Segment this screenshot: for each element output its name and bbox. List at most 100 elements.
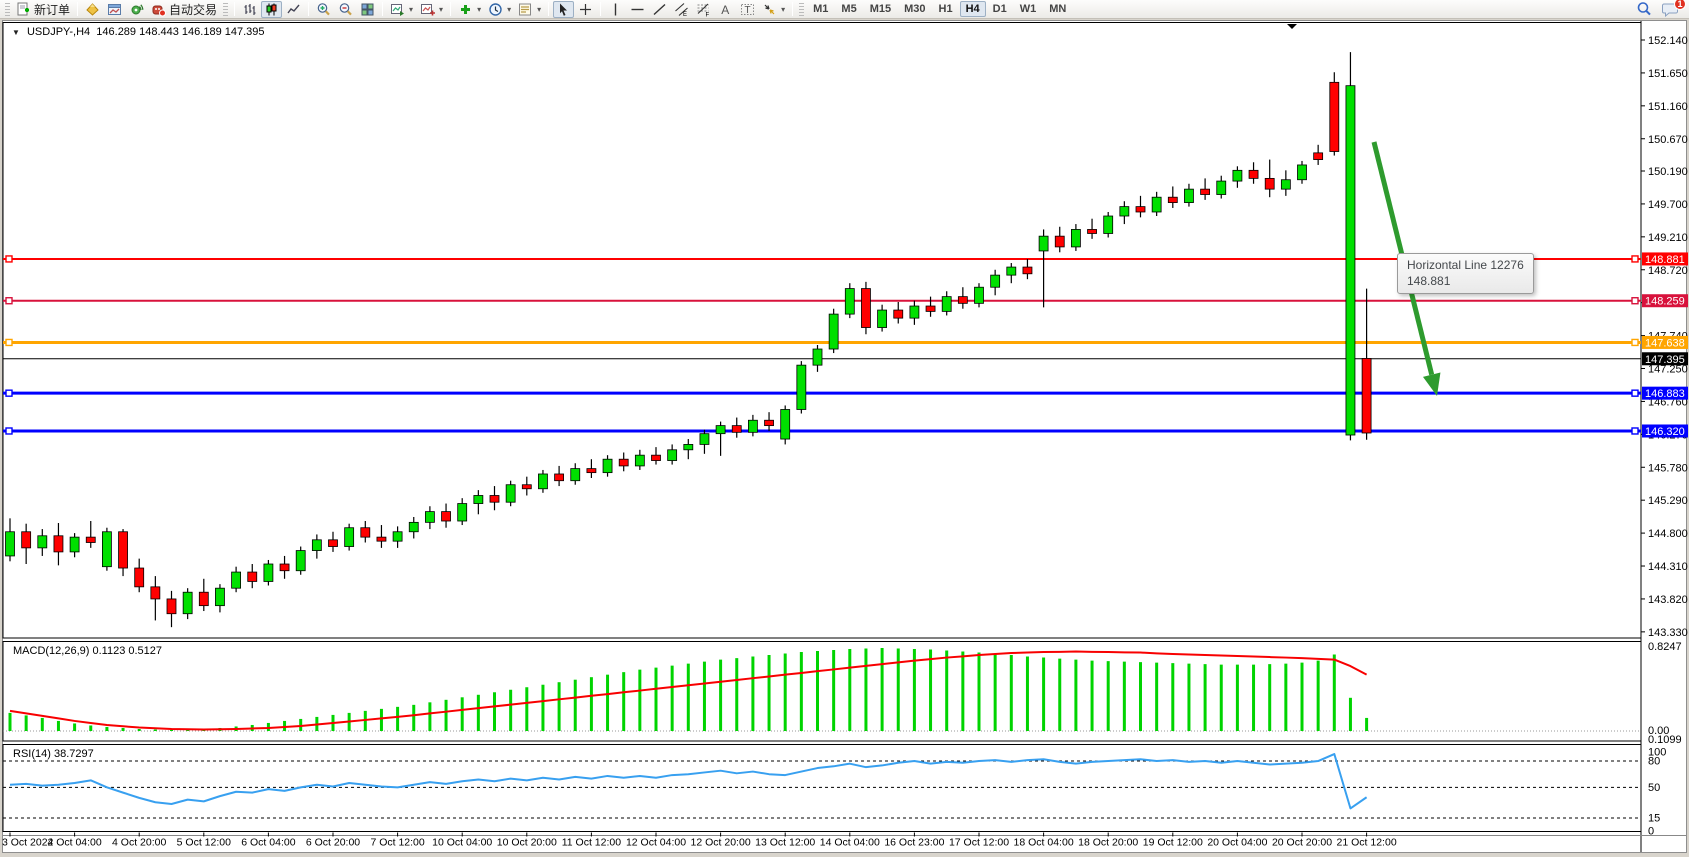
svg-text:16 Oct 23:00: 16 Oct 23:00 [884, 837, 944, 849]
chart-symbol: USDJPY-,H4 [27, 26, 90, 38]
notifications-button[interactable]: 1 [1659, 1, 1682, 18]
fibonacci-button[interactable]: F [693, 1, 714, 18]
scroll-marker-icon [1287, 24, 1297, 29]
svg-text:6 Oct 04:00: 6 Oct 04:00 [241, 837, 295, 849]
new-order-button[interactable]: 新订单 [13, 1, 73, 18]
line-handle [1632, 390, 1638, 396]
svg-text:151.650: 151.650 [1648, 68, 1688, 80]
line-handle [1632, 339, 1638, 345]
channel-icon: E [674, 2, 689, 17]
timeframe-m5-button[interactable]: M5 [835, 1, 862, 17]
new-chart-icon [390, 2, 405, 17]
arrows-icon [762, 2, 777, 17]
strategy-tester-button[interactable] [126, 1, 147, 18]
bar-chart-button[interactable] [239, 1, 260, 18]
trendline-button[interactable] [649, 1, 670, 18]
signal-icon [129, 2, 144, 17]
timeframe-m15-button[interactable]: M15 [864, 1, 897, 17]
chevron-down-icon: ▾ [409, 5, 413, 14]
toolbar-grip[interactable] [5, 3, 10, 16]
timeframe-d1-button[interactable]: D1 [987, 1, 1013, 17]
bar-chart-icon [242, 2, 257, 17]
svg-text:0.8247: 0.8247 [1648, 641, 1682, 653]
panel-borders [3, 21, 1686, 852]
timeframe-mn-button[interactable]: MN [1043, 1, 1072, 17]
svg-text:147.395: 147.395 [1645, 354, 1685, 366]
svg-text:149.700: 149.700 [1648, 199, 1688, 211]
periods-button[interactable]: ▾ [485, 1, 514, 18]
svg-text:80: 80 [1648, 756, 1660, 768]
line-handle [1632, 256, 1638, 262]
profiles-button[interactable]: ▾ [417, 1, 446, 18]
line-chart-icon [286, 2, 301, 17]
new-order-icon [16, 2, 31, 17]
object-tooltip: Horizontal Line 12276 148.881 [1397, 253, 1534, 294]
svg-text:0: 0 [1648, 826, 1654, 838]
text-icon: A [718, 2, 733, 17]
timeframe-h1-button[interactable]: H1 [933, 1, 959, 17]
svg-text:148.720: 148.720 [1648, 265, 1688, 277]
timeframe-h4-button[interactable]: H4 [960, 1, 986, 17]
svg-text:14 Oct 04:00: 14 Oct 04:00 [820, 837, 880, 849]
candlesticks [6, 52, 1372, 627]
macd-panel: 0.82470.000.1099 [3, 641, 1682, 746]
chart-ohlc: 146.289 148.443 146.189 147.395 [96, 26, 264, 38]
svg-text:10 Oct 04:00: 10 Oct 04:00 [432, 837, 492, 849]
text-label-button[interactable]: T [737, 1, 758, 18]
equidistant-channel-button[interactable]: E [671, 1, 692, 18]
time-axis[interactable]: 3 Oct 20224 Oct 04:004 Oct 20:005 Oct 12… [2, 833, 1397, 849]
tooltip-line2: 148.881 [1407, 273, 1524, 289]
text-button[interactable]: A [715, 1, 736, 18]
data-window-button[interactable] [104, 1, 125, 18]
search-button[interactable] [1633, 1, 1655, 18]
main-toolbar: 新订单 自动交易 ▾ ▾ ▾ [0, 0, 1689, 19]
autotrade-icon [151, 2, 166, 17]
line-chart-button[interactable] [283, 1, 304, 18]
svg-text:4 Oct 04:00: 4 Oct 04:00 [47, 837, 101, 849]
chevron-down-icon: ▾ [477, 5, 481, 14]
chevron-down-icon: ▼ [12, 28, 20, 37]
line-handle [1632, 298, 1638, 304]
cursor-button[interactable] [553, 1, 574, 18]
horizontal-line-button[interactable] [627, 1, 648, 18]
zoom-in-button[interactable] [313, 1, 334, 18]
line-handle [6, 256, 12, 262]
svg-text:149.210: 149.210 [1648, 232, 1688, 244]
svg-text:144.310: 144.310 [1648, 561, 1688, 573]
timeframe-m1-button[interactable]: M1 [807, 1, 834, 17]
svg-text:12 Oct 20:00: 12 Oct 20:00 [691, 837, 751, 849]
indicators-plus-icon [458, 2, 473, 17]
svg-text:5 Oct 12:00: 5 Oct 12:00 [177, 837, 231, 849]
chart-canvas[interactable]: 152.140151.650151.160150.670150.190149.7… [0, 0, 1689, 857]
zoom-out-button[interactable] [335, 1, 356, 18]
notification-badge: 1 [1674, 0, 1686, 10]
rsi-panel: 1008050150 [3, 747, 1666, 838]
auto-trading-button[interactable]: 自动交易 [148, 1, 220, 18]
arrows-button[interactable]: ▾ [759, 1, 788, 18]
svg-text:0.1099: 0.1099 [1648, 734, 1682, 746]
market-watch-button[interactable] [82, 1, 103, 18]
new-chart-button[interactable]: ▾ [387, 1, 416, 18]
horizontal-line-objects[interactable] [3, 256, 1641, 434]
svg-text:20 Oct 20:00: 20 Oct 20:00 [1272, 837, 1332, 849]
svg-text:143.820: 143.820 [1648, 594, 1688, 606]
tile-windows-button[interactable] [357, 1, 378, 18]
timeframe-w1-button[interactable]: W1 [1014, 1, 1043, 17]
timeframe-m30-button[interactable]: M30 [898, 1, 931, 17]
svg-text:151.160: 151.160 [1648, 101, 1688, 113]
templates-button[interactable]: ▾ [515, 1, 544, 18]
svg-text:13 Oct 12:00: 13 Oct 12:00 [755, 837, 815, 849]
candlestick-chart-button[interactable] [261, 1, 282, 18]
crosshair-button[interactable] [575, 1, 596, 18]
svg-text:19 Oct 12:00: 19 Oct 12:00 [1143, 837, 1203, 849]
svg-text:4 Oct 20:00: 4 Oct 20:00 [112, 837, 166, 849]
vertical-line-icon [608, 2, 623, 17]
svg-text:145.290: 145.290 [1648, 495, 1688, 507]
vertical-line-button[interactable] [605, 1, 626, 18]
indicators-button[interactable]: ▾ [455, 1, 484, 18]
svg-text:50: 50 [1648, 782, 1660, 794]
svg-text:148.259: 148.259 [1645, 296, 1685, 308]
svg-text:15: 15 [1648, 813, 1660, 825]
svg-text:A: A [721, 3, 729, 17]
svg-text:147.638: 147.638 [1645, 337, 1685, 349]
